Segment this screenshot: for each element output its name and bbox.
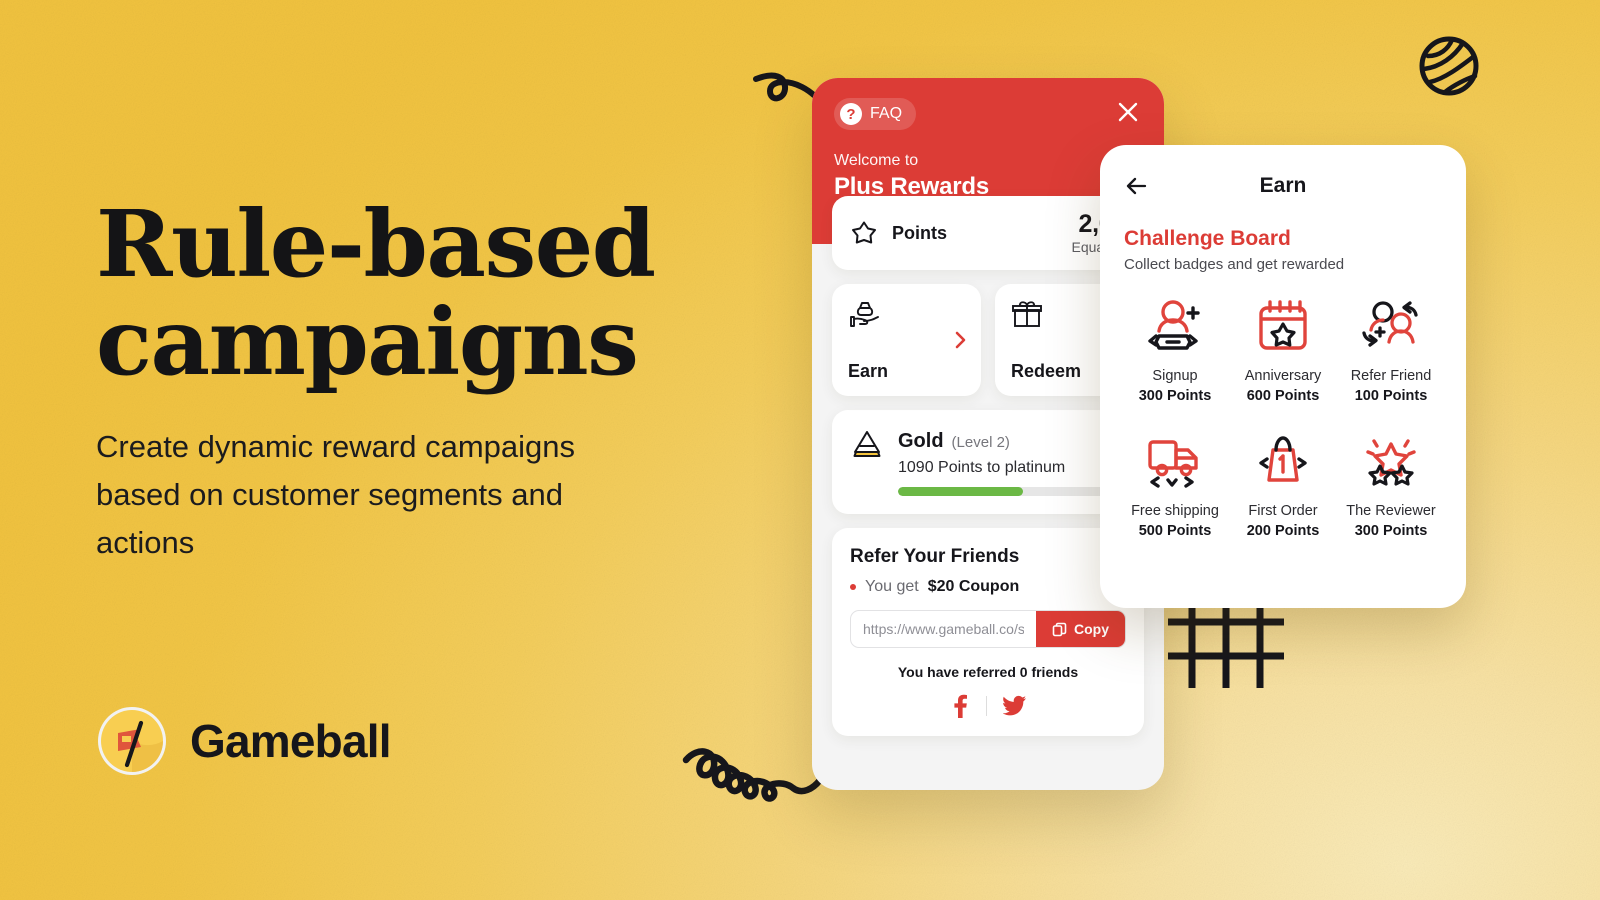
hero-subtitle: Create dynamic reward campaigns based on… bbox=[96, 429, 575, 561]
flag-in-circle-icon bbox=[98, 707, 166, 776]
badge-the-reviewer[interactable]: The Reviewer 300 Points bbox=[1340, 430, 1442, 539]
copy-button[interactable]: Copy bbox=[1036, 611, 1125, 647]
earn-panel-header: Earn bbox=[1124, 171, 1442, 201]
earn-panel: Earn Challenge Board Collect badges and … bbox=[1100, 145, 1466, 608]
tier-name: Gold bbox=[898, 430, 944, 452]
copy-label: Copy bbox=[1074, 621, 1109, 637]
action-row: Earn Redeem bbox=[832, 284, 1144, 396]
welcome-block: Welcome to Plus Rewards bbox=[834, 152, 1142, 201]
faq-button[interactable]: ? FAQ bbox=[834, 98, 917, 130]
tier-info: Gold (Level 2) 1090 Points to platinum bbox=[898, 428, 1126, 496]
earn-panel-title: Earn bbox=[1259, 174, 1307, 197]
chevron-right-icon bbox=[955, 331, 966, 349]
tier-head: Gold (Level 2) bbox=[898, 430, 1126, 453]
referral-benefit-prefix: You get bbox=[865, 578, 919, 595]
refer-two-people-icon bbox=[1340, 295, 1442, 357]
badge-name: The Reviewer bbox=[1346, 503, 1436, 519]
bullet-dot-icon bbox=[850, 584, 856, 590]
copy-icon bbox=[1052, 622, 1067, 636]
badge-grid: Signup 300 Points Anniversary 600 Points bbox=[1124, 295, 1442, 539]
hand-coin-icon bbox=[850, 302, 879, 327]
brand-lockup: Gameball bbox=[96, 705, 392, 777]
tier-card[interactable]: Gold (Level 2) 1090 Points to platinum bbox=[832, 410, 1144, 514]
referral-count: You have referred 0 friends bbox=[897, 664, 1079, 680]
points-left-group: Points bbox=[850, 219, 947, 247]
welcome-greeting: Welcome to bbox=[834, 152, 919, 169]
referral-link-input[interactable] bbox=[851, 611, 1036, 647]
faq-label: FAQ bbox=[870, 105, 903, 122]
star-icon bbox=[852, 221, 876, 244]
page-title: Rule-based campaigns bbox=[96, 195, 736, 391]
headline-line-1: Rule-based bbox=[96, 190, 656, 298]
question-mark-icon: ? bbox=[840, 103, 862, 125]
badge-points: 300 Points bbox=[1138, 388, 1212, 404]
social-row bbox=[850, 694, 1126, 718]
tier-progress-label: 1090 Points to platinum bbox=[898, 459, 1066, 476]
tier-progress-fill bbox=[898, 487, 1024, 496]
badge-points: 300 Points bbox=[1354, 523, 1428, 539]
badge-name: Refer Friend bbox=[1350, 368, 1432, 384]
badge-anniversary[interactable]: Anniversary 600 Points bbox=[1232, 295, 1334, 404]
badge-name: First Order bbox=[1248, 503, 1318, 519]
signup-person-plus-icon bbox=[1124, 295, 1226, 357]
tier-progress-bar bbox=[898, 487, 1126, 496]
points-label: Points bbox=[892, 222, 948, 243]
challenge-board-subtitle: Collect badges and get rewarded bbox=[1124, 256, 1345, 273]
close-icon[interactable] bbox=[1114, 98, 1142, 126]
shopping-bag-one-icon bbox=[1232, 430, 1334, 492]
referral-benefit-value: $20 Coupon bbox=[927, 578, 1020, 595]
referral-card: Refer Your Friends You get $20 Coupon Co… bbox=[832, 528, 1144, 736]
social-divider bbox=[985, 696, 987, 716]
badge-free-shipping[interactable]: Free shipping 500 Points bbox=[1124, 430, 1226, 539]
tier-level: (Level 2) bbox=[951, 434, 1010, 451]
referral-benefit: You get $20 Coupon bbox=[850, 578, 1126, 596]
challenge-board-title: Challenge Board bbox=[1124, 227, 1291, 250]
gift-icon bbox=[1012, 301, 1042, 327]
tier-pyramid-icon bbox=[853, 431, 881, 457]
referral-link-row: Copy bbox=[850, 610, 1126, 648]
badge-points: 500 Points bbox=[1138, 523, 1212, 539]
badge-name: Anniversary bbox=[1244, 368, 1322, 384]
earn-card[interactable]: Earn bbox=[832, 284, 981, 396]
delivery-truck-icon bbox=[1124, 430, 1226, 492]
double-star-icon bbox=[1340, 430, 1442, 492]
facebook-icon[interactable] bbox=[950, 694, 970, 718]
brand-name: Gameball bbox=[190, 715, 392, 767]
points-card[interactable]: Points 2,00 Equals $ bbox=[832, 196, 1144, 270]
badge-signup[interactable]: Signup 300 Points bbox=[1124, 295, 1226, 404]
calendar-star-icon bbox=[1232, 295, 1334, 357]
badge-points: 600 Points bbox=[1246, 388, 1320, 404]
twitter-icon[interactable] bbox=[1002, 695, 1027, 717]
referral-title: Refer Your Friends bbox=[850, 546, 1020, 567]
badge-refer-friend[interactable]: Refer Friend 100 Points bbox=[1340, 295, 1442, 404]
badge-points: 100 Points bbox=[1354, 388, 1428, 404]
badge-name: Free shipping bbox=[1131, 503, 1219, 519]
earn-label: Earn bbox=[848, 361, 889, 381]
badge-first-order[interactable]: First Order 200 Points bbox=[1232, 430, 1334, 539]
headline-line-2: campaigns bbox=[96, 287, 639, 396]
badge-name: Signup bbox=[1152, 368, 1198, 384]
badge-points: 200 Points bbox=[1246, 523, 1320, 539]
hero-copy: Rule-based campaigns Create dynamic rewa… bbox=[96, 195, 736, 567]
